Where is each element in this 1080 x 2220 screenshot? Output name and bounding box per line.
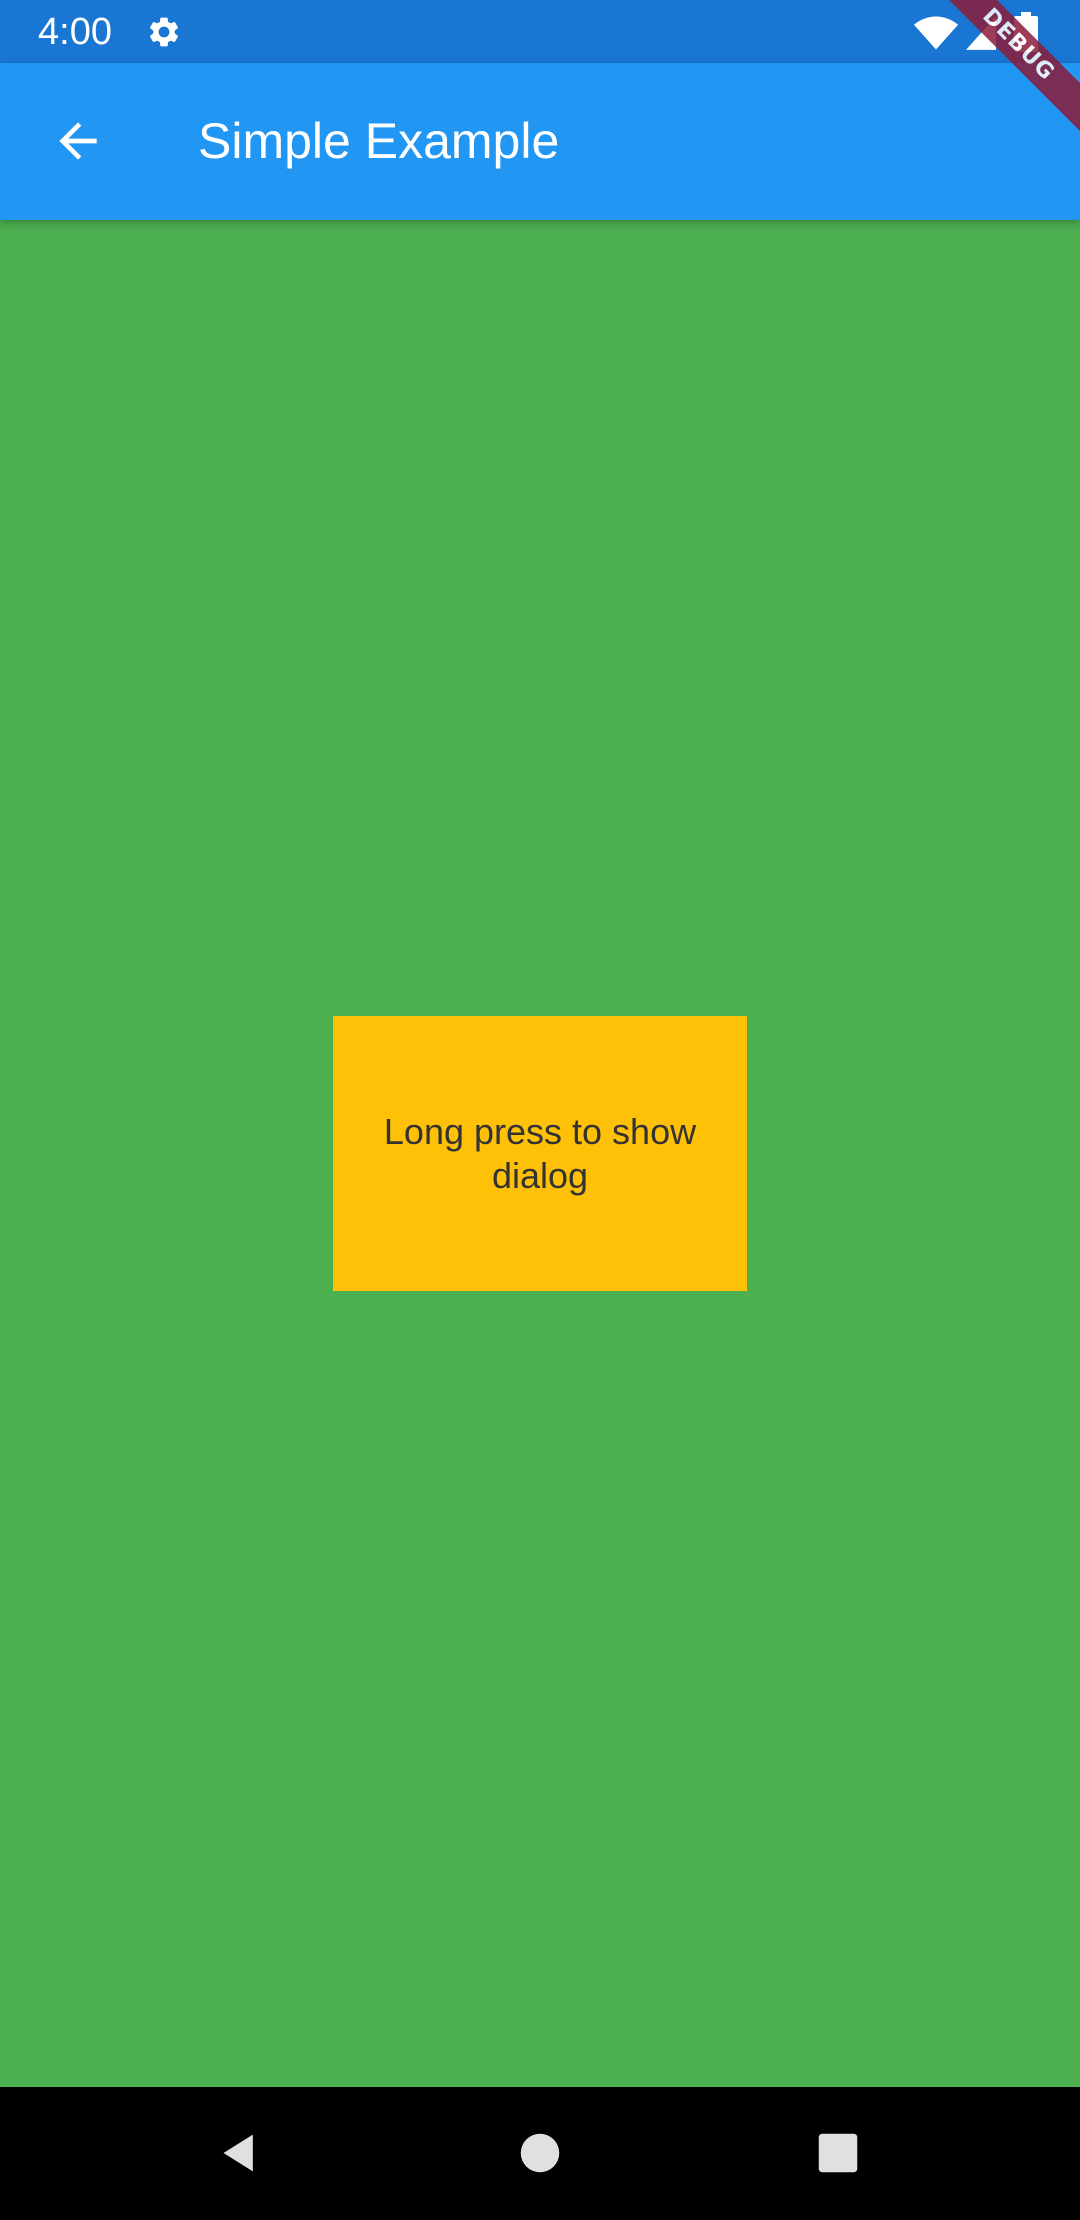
wifi-icon: [914, 16, 958, 50]
nav-back-button[interactable]: [204, 2117, 276, 2189]
nav-recents-button[interactable]: [802, 2117, 874, 2189]
arrow-back-icon: [59, 122, 97, 160]
gear-icon: [149, 17, 179, 47]
page-title: Simple Example: [198, 113, 560, 169]
main-content: Long press to show dialog: [0, 220, 1080, 2087]
long-press-box[interactable]: Long press to show dialog: [333, 1016, 747, 1291]
nav-home-button[interactable]: [504, 2117, 576, 2189]
nav-back-icon: [223, 2134, 253, 2172]
screen: 4:00 Simple Example DEBUG Long press to …: [0, 0, 1080, 2220]
status-bar: 4:00: [0, 0, 1080, 63]
app-bar: Simple Example: [0, 63, 1080, 220]
navigation-bar: [0, 2087, 1080, 2220]
back-button[interactable]: [38, 101, 118, 181]
long-press-label: Long press to show dialog: [383, 1110, 697, 1196]
status-time: 4:00: [38, 11, 112, 53]
nav-recents-icon: [818, 2133, 858, 2173]
nav-home-icon: [520, 2133, 560, 2173]
